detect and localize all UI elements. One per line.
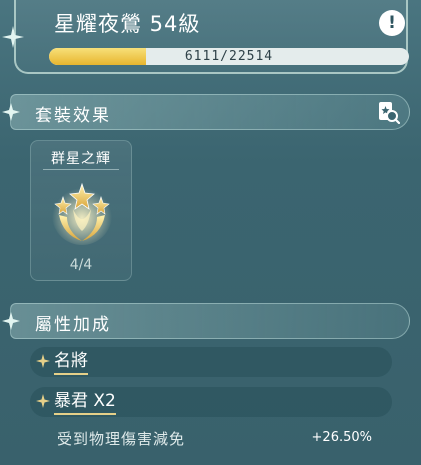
diamond-icon: [2, 312, 20, 330]
attribute-bonus-header: 屬性加成: [2, 303, 410, 339]
game-panel: 星耀夜鶯 54級 ! 6111/22514 套裝效果 群星之輝 4/4 屬性加成…: [0, 0, 421, 465]
xp-bar: 6111/22514: [49, 48, 409, 65]
attribute-label: 名將: [54, 349, 88, 375]
attribute-item[interactable]: 暴君 X2: [30, 387, 392, 417]
stat-value: +26.50%: [311, 430, 372, 445]
set-name: 群星之輝: [51, 151, 111, 167]
card-search-icon[interactable]: [376, 100, 400, 124]
character-title: 星耀夜鶯 54級: [54, 12, 201, 36]
star-bullet-icon: [36, 394, 50, 408]
set-count: 4/4: [69, 257, 93, 273]
star-cluster-emblem-icon: [52, 182, 112, 245]
set-card[interactable]: 群星之輝 4/4: [30, 140, 132, 281]
sparkle-icon: [2, 26, 24, 48]
diamond-icon: [2, 103, 20, 121]
xp-text: 6111/22514: [184, 49, 274, 64]
set-effect-title: 套裝效果: [35, 106, 111, 126]
attribute-bonus-title: 屬性加成: [35, 315, 111, 335]
set-divider: [43, 169, 119, 170]
star-bullet-icon: [36, 354, 50, 368]
stat-label: 受到物理傷害減免: [57, 430, 186, 448]
set-effect-header: 套裝效果: [2, 94, 410, 130]
attribute-label: 暴君 X2: [54, 389, 116, 415]
attribute-item[interactable]: 名將: [30, 347, 392, 377]
exclamation-icon[interactable]: !: [379, 10, 405, 36]
title-card: 星耀夜鶯 54級 ! 6111/22514: [14, 0, 409, 74]
